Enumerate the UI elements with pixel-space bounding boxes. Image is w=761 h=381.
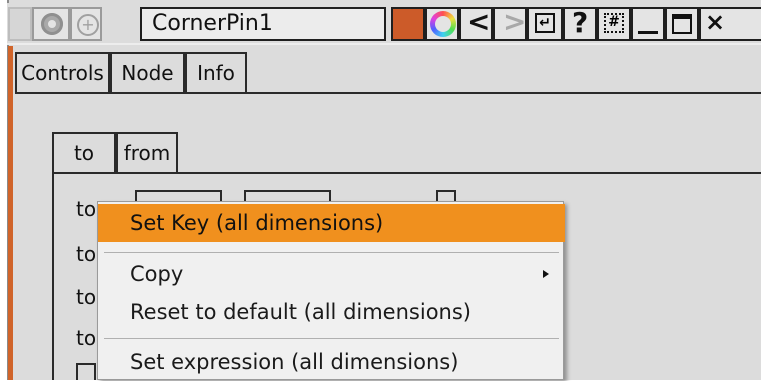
close-icon: × xyxy=(705,8,726,36)
node-name-field[interactable]: CornerPin1 xyxy=(140,7,386,41)
gear-icon-hole xyxy=(48,20,56,28)
redo-button[interactable]: > xyxy=(493,5,527,41)
tab-controls[interactable]: Controls xyxy=(15,52,110,92)
minimize-icon xyxy=(638,31,658,34)
restore-defaults-button[interactable]: ↵ xyxy=(527,7,563,41)
submenu-arrow-icon xyxy=(543,270,549,278)
tab-divider xyxy=(15,92,761,94)
tab-to[interactable]: to xyxy=(52,132,116,172)
menu-item-reset-default[interactable]: Reset to default (all dimensions) xyxy=(98,293,565,331)
plus-circle-icon: + xyxy=(77,14,99,36)
restore-icon: ↵ xyxy=(535,13,555,33)
node-color-strip xyxy=(8,46,13,380)
center-node-button[interactable]: # xyxy=(597,7,631,41)
question-mark-icon: ? xyxy=(572,6,589,39)
add-button[interactable]: + xyxy=(70,7,102,41)
color-wheel-center xyxy=(435,16,451,32)
panel-titlebar: + CornerPin1 < > ↵ ? # × xyxy=(7,3,761,45)
hide-panel-button[interactable] xyxy=(8,7,32,41)
settings-button[interactable] xyxy=(32,7,70,41)
center-icon: # xyxy=(604,13,624,33)
help-button[interactable]: ? xyxy=(563,6,597,41)
menu-item-set-expression[interactable]: Set expression (all dimensions) xyxy=(98,343,565,381)
minimize-button[interactable] xyxy=(631,7,665,41)
to2-label: to xyxy=(76,242,97,266)
float-button[interactable] xyxy=(665,7,699,41)
maximize-icon xyxy=(672,14,692,34)
context-menu: Set Key (all dimensions) Copy Reset to d… xyxy=(97,201,565,381)
to3-label: to xyxy=(76,285,97,309)
close-button[interactable]: × xyxy=(699,7,761,41)
undo-button[interactable]: < xyxy=(459,5,493,41)
tab-node[interactable]: Node xyxy=(110,52,185,92)
tab-info[interactable]: Info xyxy=(185,52,247,92)
menu-item-set-key[interactable]: Set Key (all dimensions) xyxy=(98,204,565,242)
chevron-left-icon: < xyxy=(467,5,491,38)
menu-separator xyxy=(104,252,559,253)
copy-from-button[interactable] xyxy=(76,363,96,380)
to4-label: to xyxy=(76,326,97,350)
menu-item-copy[interactable]: Copy xyxy=(98,255,565,293)
chevron-right-icon: > xyxy=(503,5,527,38)
tab-from[interactable]: from xyxy=(116,132,178,172)
overlay-color-button[interactable] xyxy=(425,7,459,41)
node-color-button[interactable] xyxy=(391,7,425,41)
menu-separator xyxy=(104,338,559,339)
menu-item-copy-label: Copy xyxy=(130,262,184,286)
